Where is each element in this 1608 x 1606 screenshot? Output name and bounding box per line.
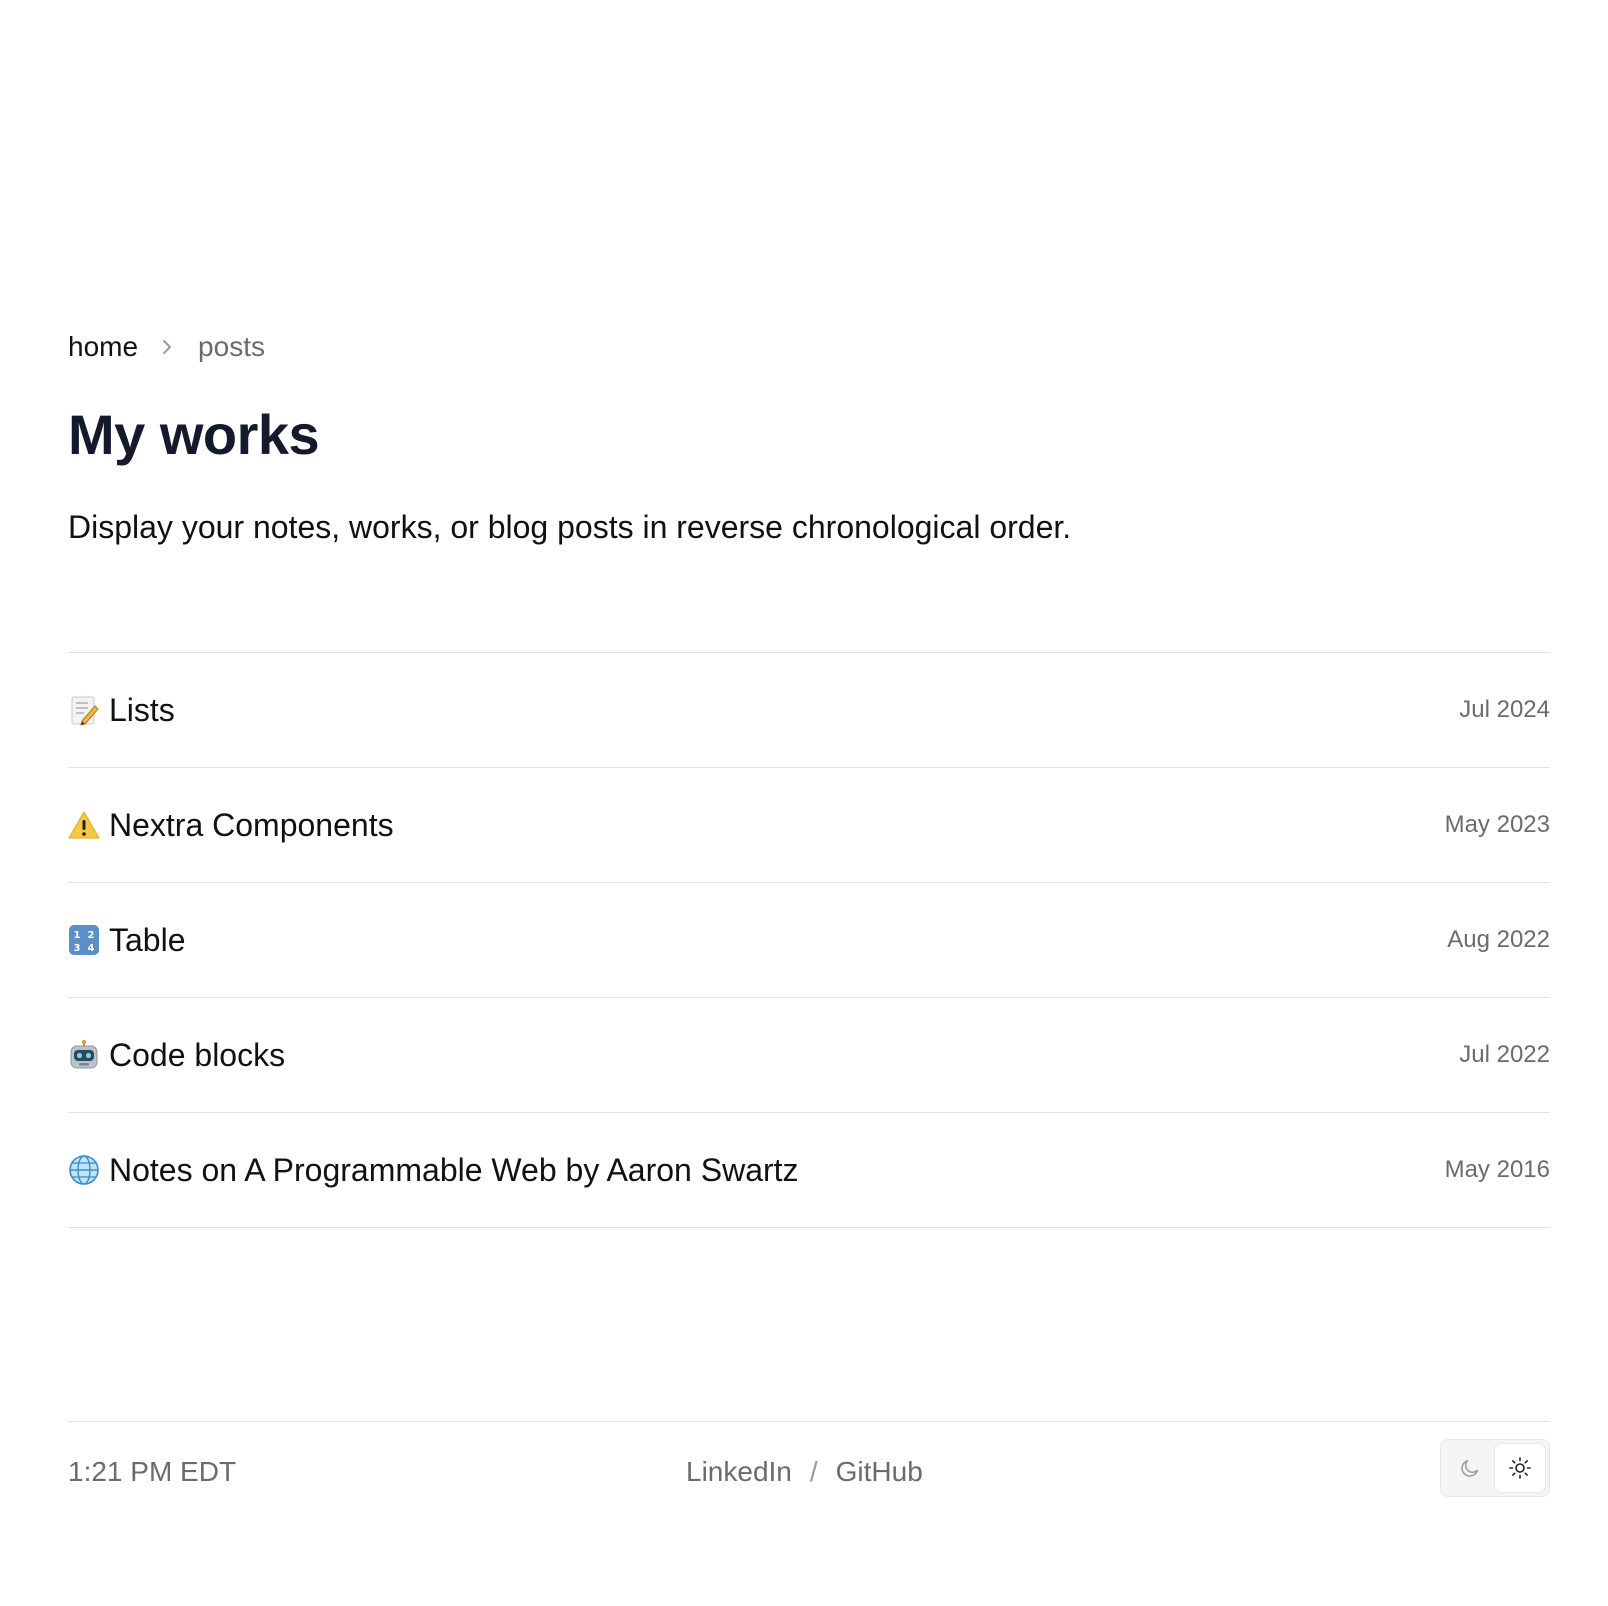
post-item[interactable]: Code blocks Jul 2022 <box>68 998 1550 1113</box>
breadcrumb-home-link[interactable]: home <box>68 328 138 366</box>
post-item[interactable]: Lists Jul 2024 <box>68 653 1550 768</box>
dark-mode-button[interactable] <box>1445 1444 1495 1492</box>
footer-time: 1:21 PM EDT <box>68 1456 237 1487</box>
post-title: Table <box>109 922 186 958</box>
post-item[interactable]: Nextra Components May 2023 <box>68 768 1550 883</box>
post-date: May 2016 <box>1444 1156 1550 1183</box>
svg-text:3: 3 <box>74 943 81 954</box>
breadcrumb-current: posts <box>198 331 265 362</box>
page-subtitle: Display your notes, works, or blog posts… <box>68 509 1072 545</box>
svg-text:2: 2 <box>88 930 95 941</box>
post-date: Jul 2024 <box>1459 696 1550 723</box>
post-title: Code blocks <box>109 1037 286 1073</box>
svg-text:1: 1 <box>74 930 81 941</box>
post-list: Lists Jul 2024 Nextra Components May 202… <box>68 652 1550 1228</box>
warning-icon <box>68 809 100 841</box>
breadcrumb: home posts <box>68 328 265 366</box>
numbers-icon: 1 2 3 4 <box>68 924 100 956</box>
post-title: Notes on A Programmable Web by Aaron Swa… <box>109 1152 799 1188</box>
robot-icon <box>68 1039 100 1071</box>
sun-icon <box>1509 1457 1531 1479</box>
page: home posts My works Display your notes, … <box>68 0 1550 1606</box>
memo-icon <box>68 694 100 726</box>
post-title: Lists <box>109 692 175 728</box>
moon-icon <box>1461 1459 1479 1477</box>
post-date: Jul 2022 <box>1459 1041 1550 1068</box>
footer: 1:21 PM EDT LinkedIn / GitHub <box>68 1421 1550 1522</box>
post-title: Nextra Components <box>109 807 394 843</box>
linkedin-link[interactable]: LinkedIn <box>686 1452 792 1492</box>
post-date: Aug 2022 <box>1447 926 1550 953</box>
social-links: LinkedIn / GitHub <box>686 1452 923 1492</box>
post-item[interactable]: 1 2 3 4 Table Aug 2022 <box>68 883 1550 998</box>
post-date: May 2023 <box>1444 811 1550 838</box>
chevron-right-icon <box>150 333 184 361</box>
svg-text:4: 4 <box>88 943 95 954</box>
theme-toggle <box>1440 1439 1550 1497</box>
github-link[interactable]: GitHub <box>836 1452 923 1492</box>
light-mode-button[interactable] <box>1495 1444 1545 1492</box>
link-separator: / <box>809 1456 818 1487</box>
globe-icon <box>68 1154 100 1186</box>
page-title: My works <box>68 403 320 466</box>
post-item[interactable]: Notes on A Programmable Web by Aaron Swa… <box>68 1113 1550 1228</box>
